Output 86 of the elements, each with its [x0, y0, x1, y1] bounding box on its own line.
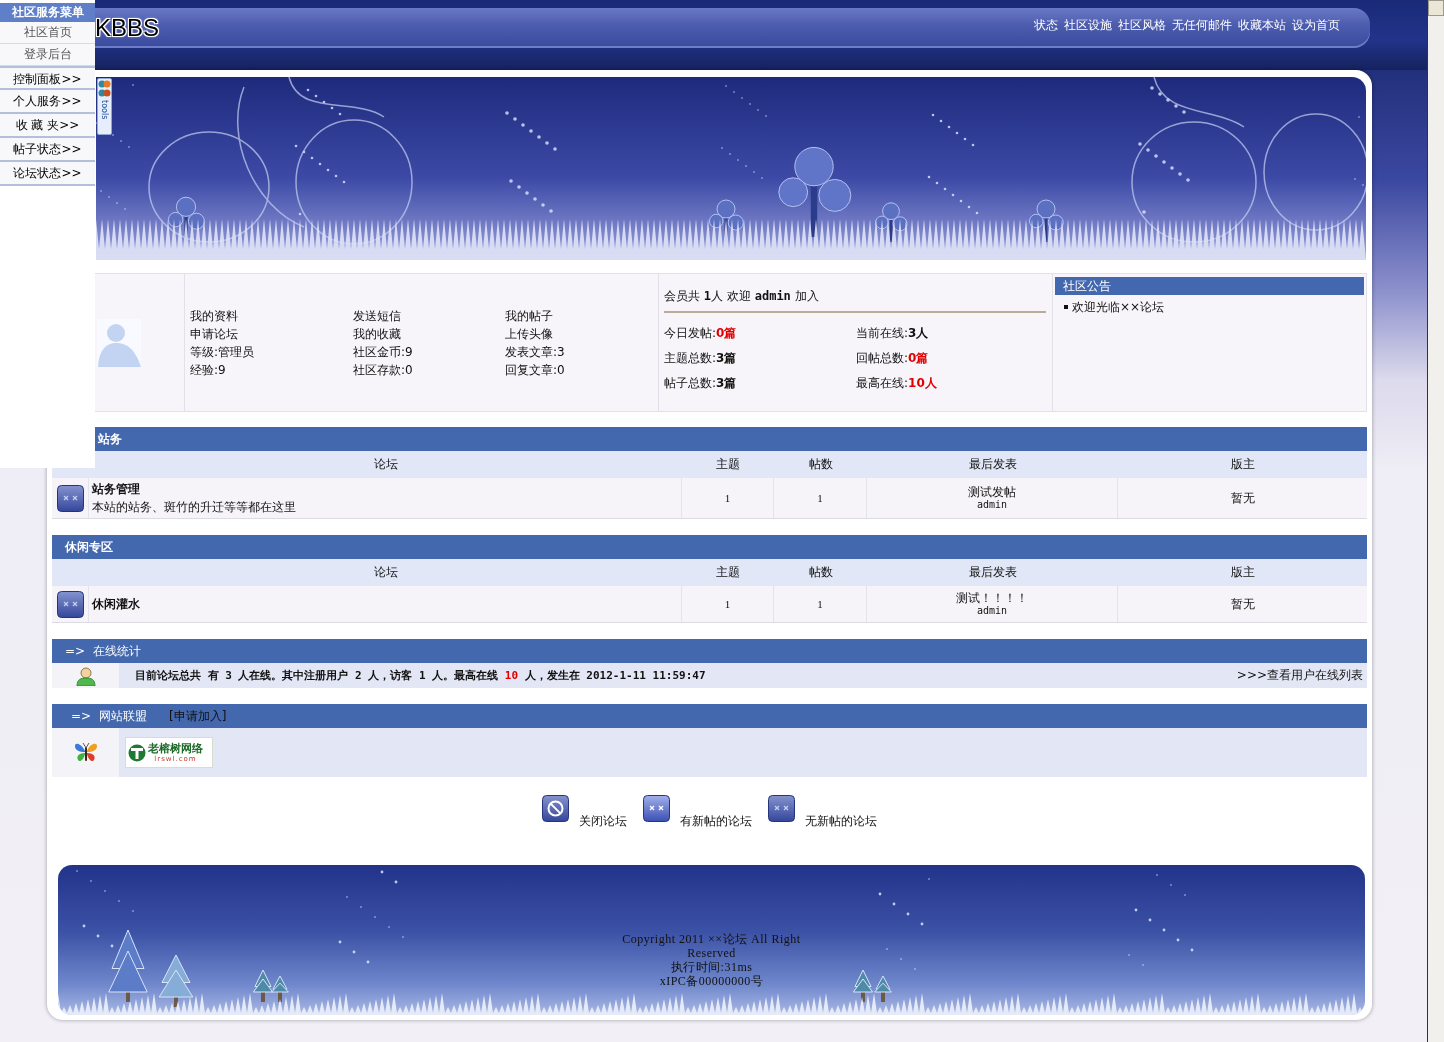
menu-item[interactable]: 收 藏 夹>> [0, 114, 95, 138]
tools-tab[interactable]: tools [97, 78, 112, 135]
moderator-name: 暂无 [1230, 595, 1255, 613]
menu-item[interactable]: 个人服务>> [0, 90, 95, 114]
section-header: => 在线统计 [52, 639, 1367, 663]
menu-item[interactable]: 帖子状态>> [0, 138, 95, 162]
stat-value: 3篇 [716, 350, 737, 367]
logo-mark-icon [128, 742, 146, 763]
forum-name-link[interactable]: 站务管理 [92, 480, 140, 498]
bullet-icon [1064, 305, 1068, 309]
column-header: 帖数 [808, 564, 833, 581]
stat-label: 回帖总数: [856, 350, 909, 367]
post-count: 1 [817, 598, 823, 610]
column-header: 主题 [716, 564, 740, 581]
column-header: 论坛 [373, 456, 398, 473]
member-summary: 会员共 1人 欢迎 admin 加入 [664, 288, 820, 305]
stat-label: 当前在线: [856, 325, 909, 342]
nav-link[interactable]: 状态 [1034, 17, 1058, 33]
online-summary: 目前论坛总共 有 3 人在线。其中注册用户 2 人，访客 1 人。最高在线 10 人，发生在 2012-1-11 11:59:47 [134, 668, 707, 683]
user-stat: 等级:管理员 [190, 343, 256, 361]
forum-icon [56, 590, 84, 618]
column-header: 最后发表 [968, 564, 1017, 581]
announcement-link[interactable]: 欢迎光临××论坛 [1072, 299, 1165, 315]
forum-name-link[interactable]: 休闲灌水 [92, 595, 140, 613]
menu-item[interactable]: 论坛状态>> [0, 162, 95, 186]
footer-text: 执行时间:31ms [670, 960, 753, 974]
scrollbar-thumb[interactable] [1428, 0, 1444, 16]
online-list-link[interactable]: >>>查看用户在线列表 [1236, 667, 1367, 684]
legend-label: 有新帖的论坛 [680, 814, 752, 828]
legend-label: 关闭论坛 [579, 814, 627, 828]
moderator-name: 暂无 [1230, 489, 1255, 507]
legend-label: 无新帖的论坛 [805, 814, 877, 828]
nav-link[interactable]: 社区风格 [1118, 17, 1166, 33]
column-header: 版主 [1230, 564, 1255, 581]
user-menu-link[interactable]: 发送短信 [353, 306, 505, 325]
section-title: => 网站联盟 [71, 707, 148, 725]
user-icon [75, 665, 96, 686]
column-header: 帖数 [808, 456, 833, 473]
stat-value: 0篇 [908, 350, 929, 367]
user-menu-link[interactable]: 申请论坛 [190, 324, 353, 343]
stat-label: 今日发帖: [664, 325, 717, 342]
menu-item[interactable]: 社区首页 [0, 22, 95, 44]
column-header: 论坛 [373, 564, 398, 581]
user-menu-link[interactable]: 上传头像 [505, 324, 658, 343]
user-stat: 发表文章:3 [505, 343, 566, 361]
avatar-silhouette [96, 318, 141, 367]
last-post-link[interactable]: 测试发帖 [968, 485, 1016, 499]
circles-icon [98, 79, 111, 99]
user-menu-link[interactable]: 我的资料 [190, 306, 353, 325]
announcement-title: 社区公告 [1055, 277, 1364, 295]
stat-label: 主题总数: [664, 350, 717, 367]
stat-value: 3篇 [716, 375, 737, 392]
last-post-author[interactable]: admin [976, 499, 1008, 511]
last-post-link[interactable]: 测试！！！！ [956, 591, 1028, 605]
forum-description: 本站的站务、斑竹的升迁等等都在这里 [92, 499, 296, 516]
last-post-author[interactable]: admin [976, 605, 1008, 617]
column-header: 版主 [1230, 456, 1255, 473]
butterfly-icon [73, 741, 98, 764]
stat-label: 最高在线: [856, 375, 909, 392]
user-stat: 社区存款:0 [353, 361, 414, 379]
menu-item[interactable]: 控制面板>> [0, 66, 95, 90]
nav-link[interactable]: 无任何邮件 [1172, 17, 1232, 33]
topic-count: 1 [724, 598, 731, 610]
stat-value: 3人 [908, 325, 929, 342]
topic-count: 1 [724, 492, 731, 504]
user-stat: 经验:9 [190, 361, 227, 379]
nav-link[interactable]: 收藏本站 [1238, 17, 1286, 33]
footer-text: xIPC备00000000号 [659, 974, 764, 988]
user-stat: 社区金币:9 [353, 343, 414, 361]
menu-title: 社区服务菜单 [0, 3, 95, 22]
user-menu-link[interactable]: 我的帖子 [505, 306, 658, 325]
user-stat: 回复文章:0 [505, 361, 566, 379]
footer-text: Copyright 2011 ××论坛 All Right Reserved [621, 932, 802, 960]
menu-item[interactable]: 登录后台 [0, 44, 95, 66]
stat-label: 帖子总数: [664, 375, 717, 392]
post-count: 1 [817, 492, 823, 504]
forum-icon [56, 484, 84, 512]
column-header: 最后发表 [968, 456, 1017, 473]
stat-value: 10人 [908, 375, 937, 392]
nav-link[interactable]: 社区设施 [1064, 17, 1112, 33]
category-header: 休闲专区 [52, 535, 1367, 559]
vertical-scrollbar[interactable] [1427, 0, 1444, 1042]
nav-link[interactable]: 设为首页 [1292, 17, 1340, 33]
column-header: 主题 [716, 456, 740, 473]
stat-value: 0篇 [716, 325, 737, 342]
user-menu-link[interactable]: 我的收藏 [353, 324, 505, 343]
